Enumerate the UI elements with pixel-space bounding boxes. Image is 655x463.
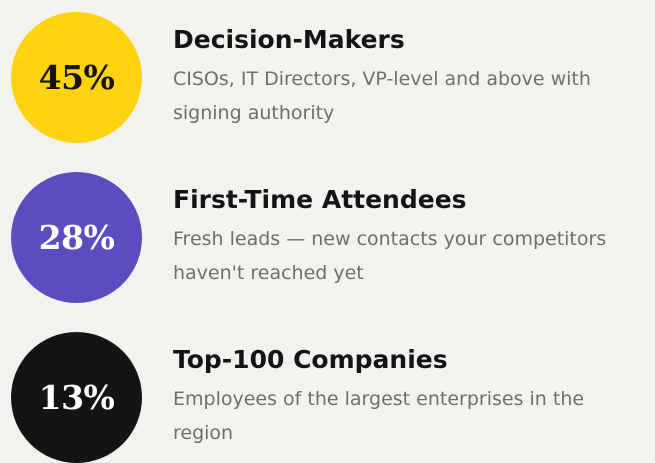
stat-description: Employees of the largest enterprises in … <box>173 388 585 444</box>
stat-percentage: 28% <box>38 218 115 257</box>
stat-title: Top-100 Companies <box>173 345 448 374</box>
stat-row-first-time-attendees: 28% First-Time Attendees Fresh leads — n… <box>0 172 655 303</box>
stat-title: First-Time Attendees <box>173 185 467 214</box>
stat-row-top-100-companies: 13% Top-100 Companies Employees of the l… <box>0 332 655 463</box>
stat-circle: 28% <box>11 172 142 303</box>
stat-description: Fresh leads — new contacts your competit… <box>173 228 607 284</box>
stat-title: Decision-Makers <box>173 25 405 54</box>
stat-circle: 45% <box>11 12 142 143</box>
stat-percentage: 13% <box>38 378 115 417</box>
stat-description: CISOs, IT Directors, VP-level and above … <box>173 68 591 124</box>
stat-percentage: 45% <box>38 58 115 97</box>
stat-circle: 13% <box>11 332 142 463</box>
stat-row-decision-makers: 45% Decision-Makers CISOs, IT Directors,… <box>0 12 655 143</box>
